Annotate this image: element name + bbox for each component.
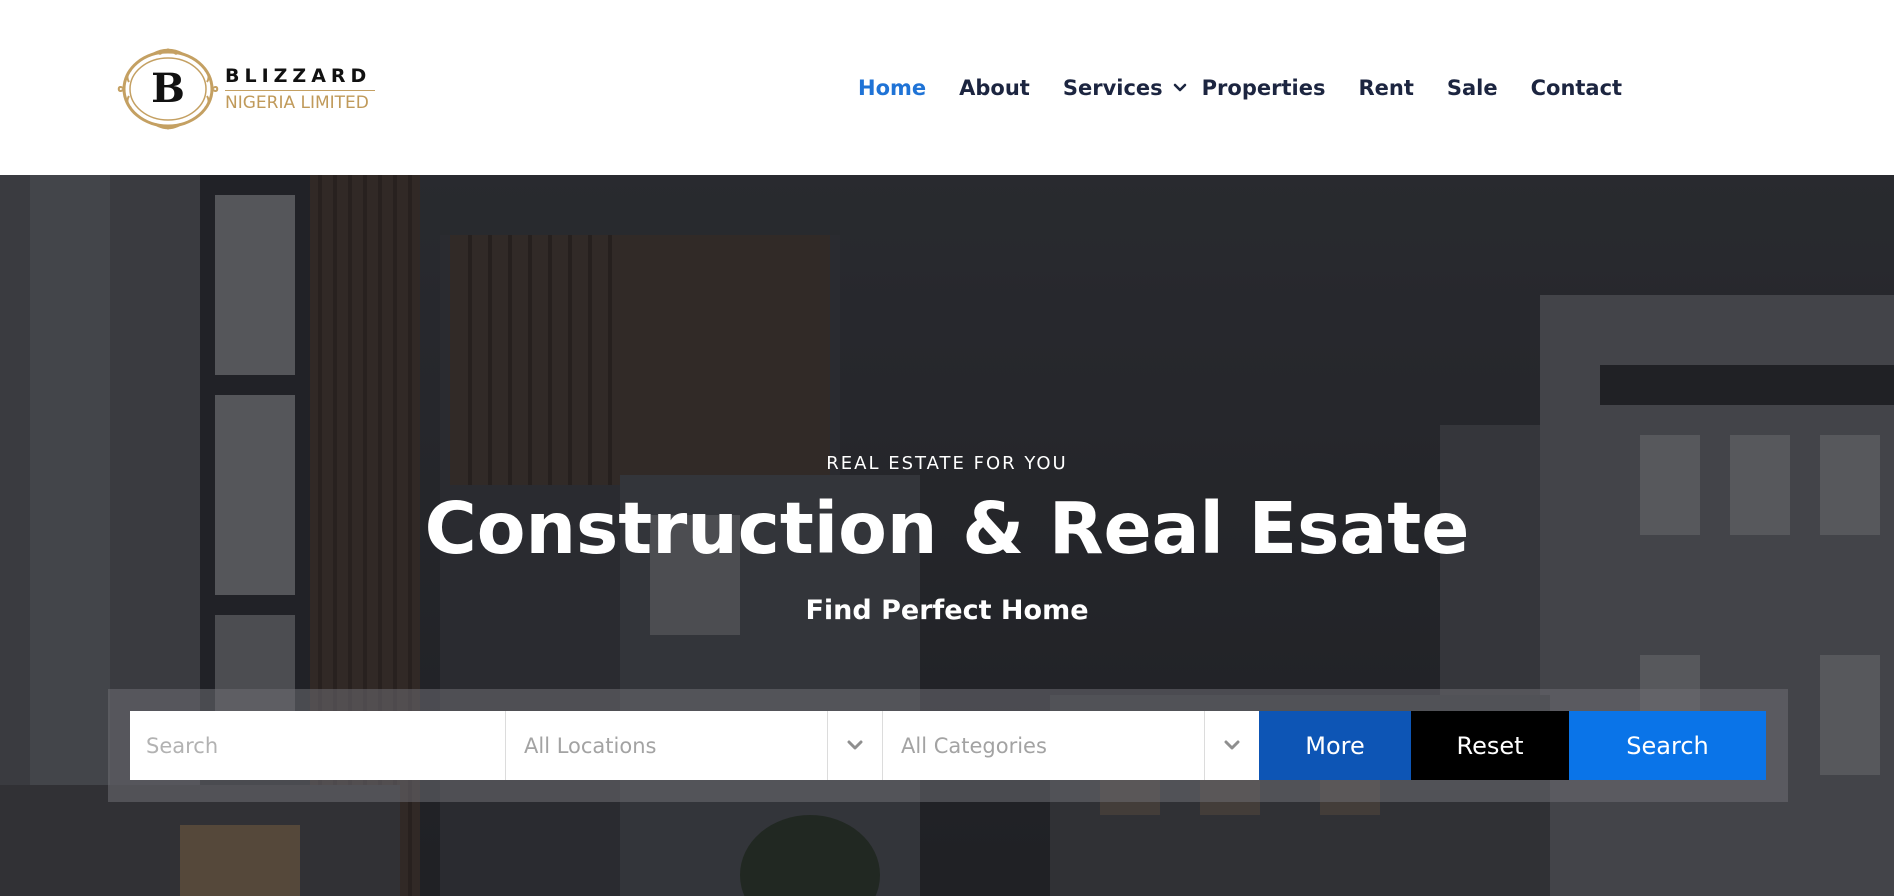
search-button[interactable]: Search (1569, 711, 1766, 780)
site-header: B BLIZZARD NIGERIA LIMITED Home About Se… (0, 0, 1894, 175)
search-input[interactable] (130, 711, 505, 780)
nav-item-home[interactable]: Home (858, 76, 926, 100)
nav-item-sale[interactable]: Sale (1447, 76, 1498, 100)
logo-emblem-icon: B (117, 48, 219, 130)
chevron-down-icon (847, 740, 863, 750)
more-button[interactable]: More (1259, 711, 1411, 780)
nav-item-contact[interactable]: Contact (1531, 76, 1623, 100)
location-select[interactable]: All Locations (505, 711, 882, 780)
brand-name-top: BLIZZARD (225, 65, 372, 87)
nav-item-rent[interactable]: Rent (1358, 76, 1413, 100)
reset-button[interactable]: Reset (1411, 711, 1569, 780)
hero-title: Construction & Real Esate (424, 487, 1470, 570)
property-search-form: All Locations All Categories More Reset … (130, 711, 1766, 780)
location-select-toggle[interactable] (827, 711, 882, 780)
nav-item-properties[interactable]: Properties (1202, 76, 1326, 100)
property-search-panel: All Locations All Categories More Reset … (108, 689, 1788, 802)
svg-text:B: B (151, 65, 185, 112)
brand-name-bottom: NIGERIA LIMITED (225, 93, 369, 113)
chevron-down-icon (1224, 740, 1240, 750)
nav-item-services-label: Services (1062, 76, 1163, 100)
hero-kicker: REAL ESTATE FOR YOU (826, 453, 1068, 474)
main-nav: Home About Services Properties Rent Sale… (858, 70, 1622, 106)
nav-item-services[interactable]: Services (1063, 76, 1187, 100)
category-select-toggle[interactable] (1204, 711, 1259, 780)
brand-divider (225, 90, 375, 91)
category-select-value: All Categories (901, 733, 1047, 758)
nav-item-about[interactable]: About (959, 76, 1030, 100)
hero-section: REAL ESTATE FOR YOU Construction & Real … (0, 175, 1894, 896)
hero-subtitle: Find Perfect Home (805, 595, 1089, 626)
location-select-value: All Locations (524, 733, 657, 758)
chevron-down-icon (1173, 83, 1186, 92)
brand-logo[interactable]: B BLIZZARD NIGERIA LIMITED (115, 48, 380, 130)
category-select[interactable]: All Categories (882, 711, 1259, 780)
